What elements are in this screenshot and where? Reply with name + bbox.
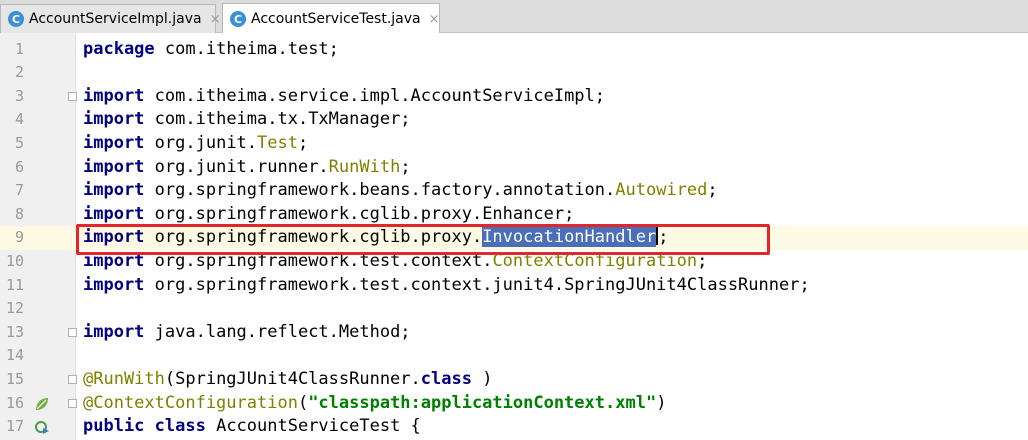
code-token: org.springframework.cglib.proxy.Enhancer… (154, 203, 575, 224)
tab-accountserviceimpl[interactable]: C AccountServiceImpl.java × (0, 4, 221, 33)
code-token: ; (297, 132, 309, 153)
code-line[interactable]: 17 public class AccountServiceTest { (0, 415, 1028, 439)
line-number: 1 (14, 39, 24, 58)
fold-marker-icon[interactable] (68, 327, 77, 337)
code-token: org.springframework.test.context.junit4.… (154, 274, 810, 295)
annotation-token: RunWith (328, 156, 401, 177)
keyword-token: import (83, 132, 145, 153)
close-icon[interactable]: × (210, 12, 221, 27)
line-number: 12 (5, 299, 24, 318)
code-line[interactable]: 4 import com.itheima.tx.TxManager; (0, 108, 1028, 132)
keyword-token: public class (83, 416, 206, 437)
spring-bean-icon[interactable] (34, 396, 50, 412)
code-text: @RunWith(SpringJUnit4ClassRunner.class ) (83, 368, 492, 392)
code-line[interactable]: 2 (0, 61, 1028, 85)
code-token: ( (297, 392, 309, 413)
code-line[interactable]: 7 import org.springframework.beans.factor… (0, 179, 1028, 203)
code-text: import org.springframework.cglib.proxy.E… (83, 203, 574, 227)
line-number: 13 (5, 322, 24, 341)
keyword-token: import (83, 321, 145, 342)
line-number: 10 (5, 251, 24, 270)
keyword-token: import (83, 274, 145, 295)
code-token: com.itheima.service.impl.AccountServiceI… (154, 85, 606, 106)
code-text: import org.springframework.beans.factory… (83, 179, 718, 203)
line-number: 16 (5, 393, 24, 412)
code-line[interactable]: 14 (0, 344, 1028, 368)
code-token: ) (482, 368, 493, 389)
line-number: 11 (5, 275, 24, 294)
line-number: 17 (5, 417, 24, 436)
code-line[interactable]: 5 import org.junit.Test; (0, 132, 1028, 156)
tab-accountservicetest[interactable]: C AccountServiceTest.java × (222, 3, 440, 34)
code-text: import org.junit.runner.RunWith; (83, 156, 411, 180)
annotation-token: Test (257, 132, 298, 153)
code-line[interactable]: 11 import org.springframework.test.contex… (0, 274, 1028, 298)
tab-label: AccountServiceImpl.java (29, 11, 202, 27)
string-token: "classpath:applicationContext.xml" (308, 392, 657, 413)
code-line[interactable]: 8 import org.springframework.cglib.proxy.… (0, 203, 1028, 227)
code-text: package com.itheima.test; (83, 38, 339, 62)
class-icon: C (8, 11, 24, 27)
code-token: com.itheima.tx.TxManager; (154, 109, 411, 130)
code-token: org.junit.runner. (154, 156, 329, 177)
line-number: 4 (14, 110, 24, 129)
line-number: 15 (5, 369, 24, 388)
run-test-icon[interactable] (34, 419, 50, 435)
code-line[interactable]: 3 import com.itheima.service.impl.Account… (0, 85, 1028, 109)
line-number: 6 (14, 157, 24, 176)
code-token: AccountServiceTest { (216, 416, 421, 437)
code-text: import com.itheima.tx.TxManager; (83, 108, 411, 132)
code-token: com.itheima.test; (164, 38, 339, 59)
code-token: ; (400, 156, 411, 177)
class-icon: C (230, 11, 246, 27)
highlight-box (76, 224, 770, 255)
annotation-token: @RunWith (83, 368, 165, 389)
tab-label: AccountServiceTest.java (251, 11, 421, 27)
code-text: import org.junit.Test; (83, 132, 308, 156)
fold-marker-icon[interactable] (68, 91, 77, 101)
keyword-token: import (83, 203, 145, 224)
code-line[interactable]: 1 package com.itheima.test; (0, 38, 1028, 62)
code-line[interactable]: 15 @RunWith(SpringJUnit4ClassRunner.class… (0, 368, 1028, 392)
annotation-token: @ContextConfiguration (83, 392, 298, 413)
code-token: ) (656, 392, 667, 413)
close-icon[interactable]: × (429, 12, 440, 27)
line-number: 8 (14, 204, 24, 223)
code-text: @ContextConfiguration("classpath:applica… (83, 392, 666, 416)
code-line[interactable]: 16 @ContextConfiguration("classpath:appli… (0, 392, 1028, 416)
code-token: ; (707, 180, 718, 201)
code-text: import java.lang.reflect.Method; (83, 321, 411, 345)
code-text: import com.itheima.service.impl.AccountS… (83, 85, 605, 109)
editor-tab-bar: C AccountServiceImpl.java × C AccountSer… (0, 0, 1028, 34)
fold-marker-icon[interactable] (68, 398, 77, 408)
line-number: 7 (14, 181, 24, 200)
code-token: org.junit. (154, 132, 258, 153)
keyword-token: import (83, 109, 145, 130)
keyword-token: import (83, 180, 145, 201)
keyword-token: import (83, 85, 145, 106)
code-text: public class AccountServiceTest { (83, 415, 421, 439)
line-number: 2 (14, 63, 24, 82)
fold-marker-icon[interactable] (68, 374, 77, 384)
line-number: 9 (14, 228, 24, 247)
code-line[interactable]: 6 import org.junit.runner.RunWith; (0, 156, 1028, 180)
code-line[interactable]: 12 (0, 297, 1028, 321)
line-number: 14 (5, 346, 24, 365)
code-token: (SpringJUnit4ClassRunner. (164, 368, 421, 389)
line-number: 3 (14, 86, 24, 105)
code-token: org.springframework.beans.factory.annota… (154, 180, 616, 201)
code-line[interactable]: 13 import java.lang.reflect.Method; (0, 321, 1028, 345)
line-number: 5 (14, 133, 24, 152)
keyword-token: package (83, 38, 155, 59)
code-token: java.lang.reflect.Method; (154, 321, 411, 342)
annotation-token: Autowired (615, 180, 708, 201)
keyword-token: class (420, 368, 472, 389)
code-text: import org.springframework.test.context.… (83, 274, 810, 298)
keyword-token: import (83, 156, 145, 177)
